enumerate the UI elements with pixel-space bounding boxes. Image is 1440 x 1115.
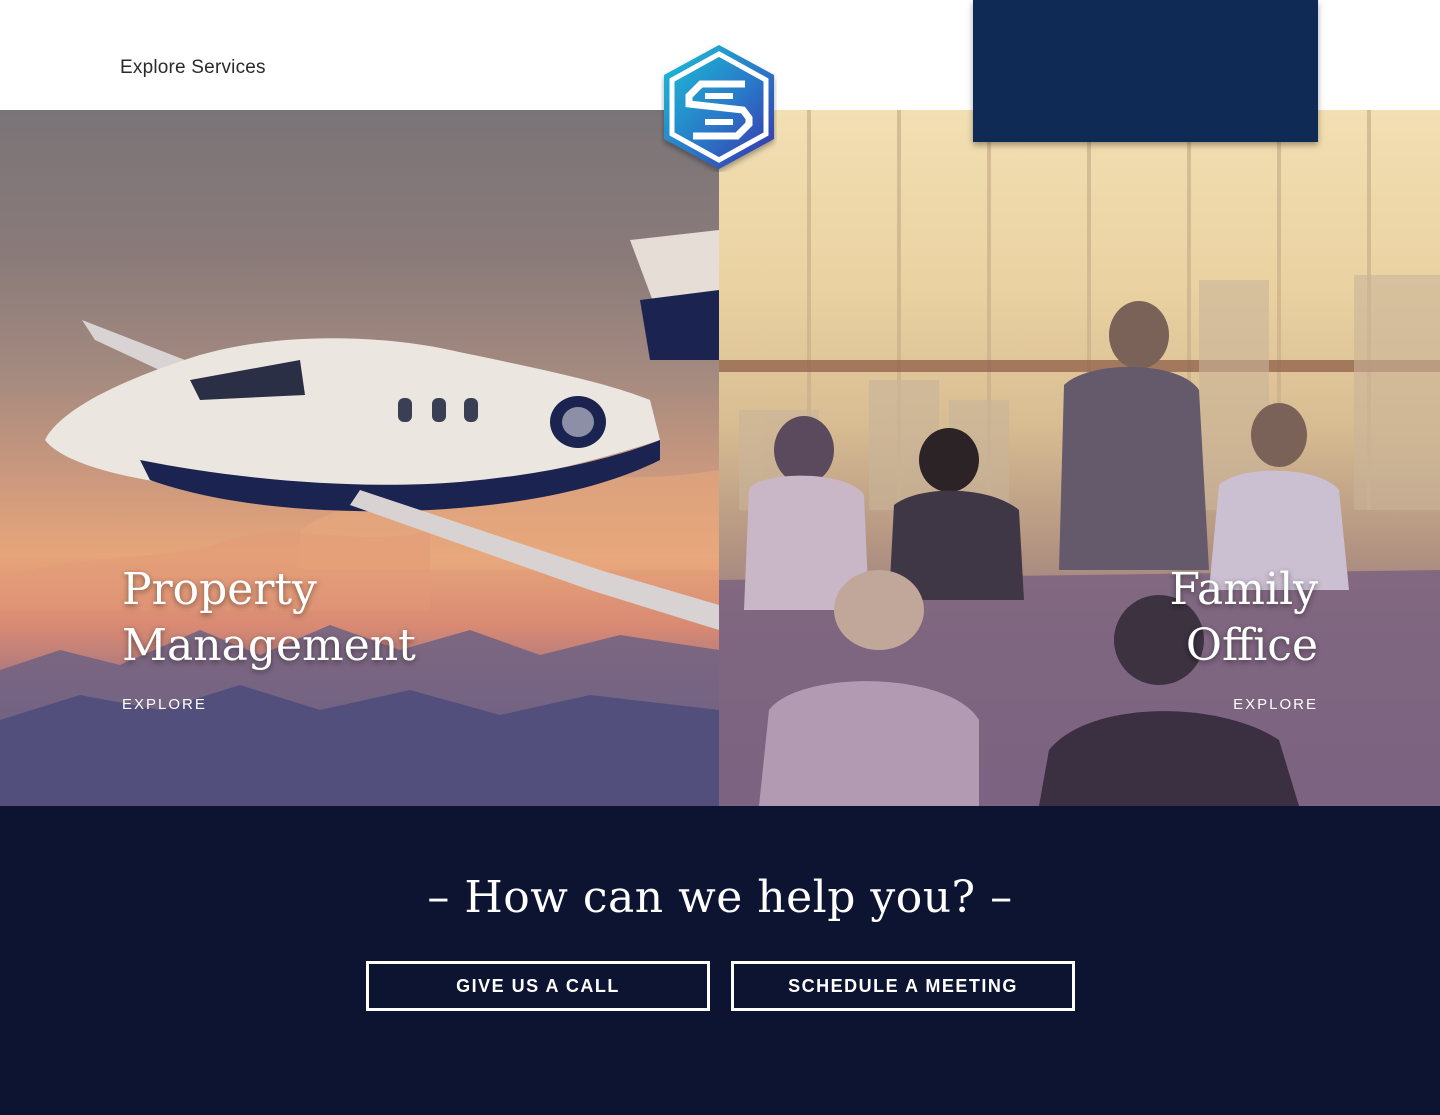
- property-management-title: Property Management: [122, 562, 416, 674]
- header-navy-block: [973, 0, 1318, 142]
- schedule-a-meeting-button[interactable]: SCHEDULE A MEETING: [731, 961, 1075, 1011]
- explore-services-link[interactable]: Explore Services: [120, 57, 266, 79]
- title-line-2: Office: [1185, 620, 1318, 671]
- title-line-1: Property: [122, 564, 317, 615]
- contact-heading: – How can we help you? –: [427, 872, 1013, 923]
- title-line-2: Management: [122, 620, 416, 671]
- family-office-title: Family Office: [1170, 562, 1319, 674]
- jet-illustration: [0, 230, 719, 806]
- property-management-panel[interactable]: Property Management EXPLORE: [0, 110, 719, 806]
- family-office-explore-link[interactable]: EXPLORE: [1233, 696, 1318, 713]
- brand-logo[interactable]: [661, 42, 777, 172]
- title-line-1: Family: [1169, 564, 1319, 615]
- hexagon-s-logo-icon: [664, 45, 774, 169]
- family-office-panel[interactable]: Family Office EXPLORE: [719, 110, 1440, 806]
- property-management-explore-link[interactable]: EXPLORE: [122, 696, 207, 713]
- give-us-a-call-button[interactable]: GIVE US A CALL: [366, 961, 710, 1011]
- meeting-illustration: [719, 110, 1440, 806]
- contact-section: – How can we help you? – GIVE US A CALL …: [0, 806, 1440, 1115]
